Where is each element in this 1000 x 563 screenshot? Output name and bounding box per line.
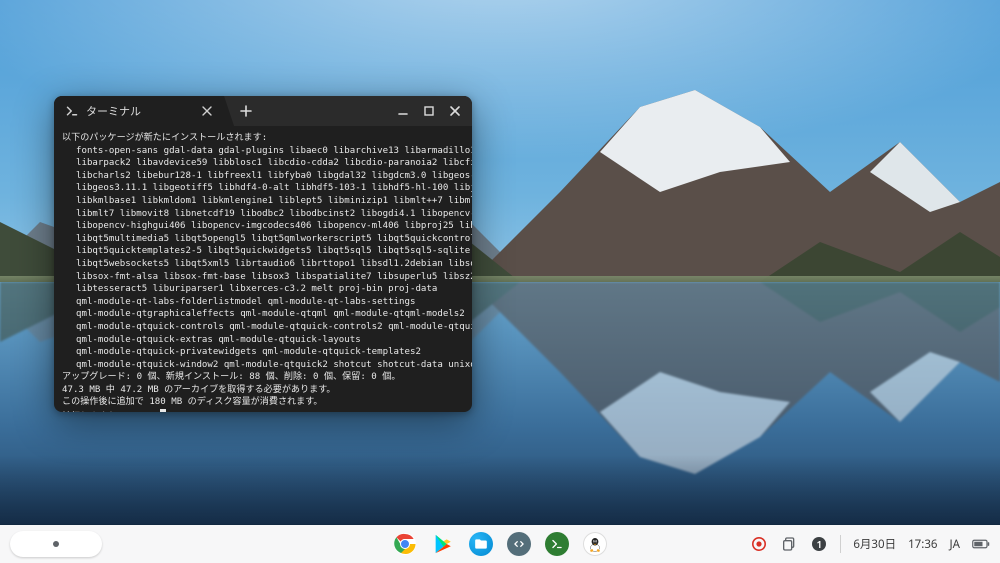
terminal-line: libcharls2 libebur128-1 libfreexl1 libfy… <box>62 170 464 183</box>
terminal-line: libtesseract5 liburiparser1 libxerces-c3… <box>62 283 464 296</box>
app-linux-icon[interactable] <box>583 532 607 556</box>
app-chrome-icon[interactable] <box>393 532 417 556</box>
launcher-icon <box>53 541 59 547</box>
tray-divider <box>840 535 841 553</box>
terminal-line: 47.3 MB 中 47.2 MB のアーカイブを取得する必要があります。 <box>62 384 464 397</box>
terminal-line: qml-module-qtquick-privatewidgets qml-mo… <box>62 346 464 359</box>
terminal-tab-title: ターミナル <box>86 103 192 119</box>
wallpaper-foreground <box>0 455 1000 525</box>
desktop: ターミナル 以下のパッケージが新たにインストールされます:fonts-open-… <box>0 0 1000 563</box>
terminal-line: qml-module-qtquick-controls qml-module-q… <box>62 321 464 334</box>
shelf-time[interactable]: 17:36 <box>908 537 937 552</box>
window-close-button[interactable] <box>442 98 468 124</box>
terminal-line: libarpack2 libavdevice59 libblosc1 libcd… <box>62 157 464 170</box>
window-titlebar[interactable]: ターミナル <box>54 96 472 126</box>
app-terminal-icon[interactable] <box>545 532 569 556</box>
terminal-line: qml-module-qtquick-extras qml-module-qtq… <box>62 334 464 347</box>
terminal-prompt-icon <box>66 105 78 117</box>
tab-close-button[interactable] <box>200 104 214 118</box>
terminal-line: qml-module-qtgraphicaleffects qml-module… <box>62 308 464 321</box>
battery-icon[interactable] <box>972 535 990 553</box>
screen-record-icon[interactable] <box>750 535 768 553</box>
shelf-date[interactable]: 6月30日 <box>853 536 896 552</box>
terminal-line: libopencv-highgui406 libopencv-imgcodecs… <box>62 220 464 233</box>
terminal-line: この操作後に追加で 180 MB のディスク容量が消費されます。 <box>62 396 464 409</box>
terminal-line: libgeos3.11.1 libgeotiff5 libhdf4-0-alt … <box>62 182 464 195</box>
terminal-line: libkmlbase1 libkmldom1 libkmlengine1 lib… <box>62 195 464 208</box>
terminal-line: アップグレード: 0 個、新規インストール: 88 個、削除: 0 個、保留: … <box>62 371 464 384</box>
terminal-prompt-line: 続行しますか? [Y/n] <box>62 409 464 412</box>
terminal-line: libqt5quicktemplates2-5 libqt5quickwidge… <box>62 245 464 258</box>
shelf: 1 6月30日 17:36 JA <box>0 525 1000 563</box>
terminal-line: qml-module-qtquick-window2 qml-module-qt… <box>62 359 464 372</box>
clipboard-icon[interactable] <box>780 535 798 553</box>
notifications-icon[interactable]: 1 <box>810 535 828 553</box>
terminal-line: libmlt7 libmovit8 libnetcdf19 libodbc2 l… <box>62 208 464 221</box>
app-play-store-icon[interactable] <box>431 532 455 556</box>
terminal-tab[interactable]: ターミナル <box>54 96 224 126</box>
terminal-window: ターミナル 以下のパッケージが新たにインストールされます:fonts-open-… <box>54 96 472 412</box>
launcher-button[interactable] <box>10 531 102 557</box>
terminal-cursor <box>160 409 166 412</box>
terminal-line: libqt5websockets5 libqt5xml5 librtaudio6… <box>62 258 464 271</box>
notifications-count: 1 <box>810 535 828 553</box>
shelf-status-area[interactable]: 1 6月30日 17:36 JA <box>750 535 990 553</box>
shelf-ime-indicator[interactable]: JA <box>950 537 961 552</box>
window-minimize-button[interactable] <box>390 98 416 124</box>
terminal-line: qml-module-qt-labs-folderlistmodel qml-m… <box>62 296 464 309</box>
app-code-icon[interactable] <box>507 532 531 556</box>
terminal-output[interactable]: 以下のパッケージが新たにインストールされます:fonts-open-sans g… <box>54 126 472 412</box>
app-files-icon[interactable] <box>469 532 493 556</box>
shelf-pinned-apps <box>393 532 607 556</box>
window-maximize-button[interactable] <box>416 98 442 124</box>
terminal-line: fonts-open-sans gdal-data gdal-plugins l… <box>62 145 464 158</box>
terminal-line: 以下のパッケージが新たにインストールされます: <box>62 132 464 145</box>
new-tab-button[interactable] <box>234 99 258 123</box>
terminal-line: libqt5multimedia5 libqt5opengl5 libqt5qm… <box>62 233 464 246</box>
terminal-line: libsox-fmt-alsa libsox-fmt-base libsox3 … <box>62 271 464 284</box>
